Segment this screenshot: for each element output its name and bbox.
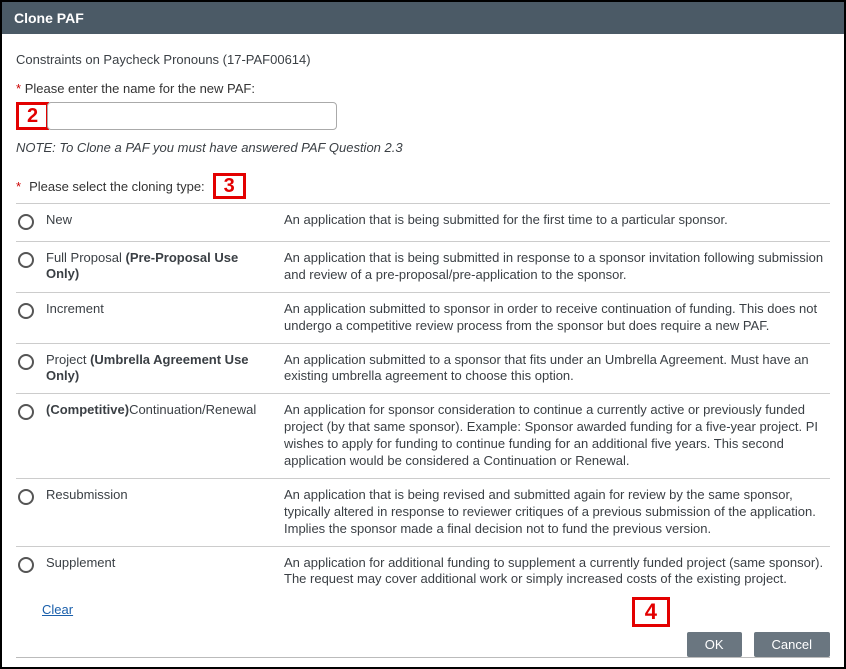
option-label-text: Resubmission (46, 487, 128, 502)
cloning-type-options: New An application that is being submitt… (16, 203, 830, 596)
option-label: Supplement (46, 555, 276, 571)
option-label: (Competitive)Continuation/Renewal (46, 402, 276, 418)
option-full-proposal: Full Proposal (Pre-Proposal Use Only) An… (16, 242, 830, 293)
option-label-text: Increment (46, 301, 104, 316)
dialog-titlebar: Clone PAF (2, 2, 844, 34)
annotation-4: 4 (632, 597, 670, 627)
option-label-bold: (Competitive) (46, 402, 129, 417)
option-label: Project (Umbrella Agreement Use Only) (46, 352, 276, 385)
required-asterisk: * (16, 81, 21, 96)
option-resubmission: Resubmission An application that is bein… (16, 479, 830, 547)
radio-supplement[interactable] (18, 557, 34, 573)
option-description: An application submitted to sponsor in o… (284, 301, 830, 335)
option-label: Resubmission (46, 487, 276, 503)
option-label: Increment (46, 301, 276, 317)
option-description: An application for additional funding to… (284, 555, 830, 589)
option-new: New An application that is being submitt… (16, 204, 830, 242)
radio-project-umbrella[interactable] (18, 354, 34, 370)
option-label-text: New (46, 212, 72, 227)
annotation-2: 2 (16, 102, 49, 130)
option-label-text: Full Proposal (46, 250, 125, 265)
document-title: Constraints on Paycheck Pronouns (17-PAF… (16, 52, 830, 67)
option-project-umbrella: Project (Umbrella Agreement Use Only) An… (16, 344, 830, 395)
option-supplement: Supplement An application for additional… (16, 547, 830, 597)
option-label-text: Project (46, 352, 90, 367)
option-label-text: Continuation/Renewal (129, 402, 256, 417)
clear-link[interactable]: Clear (42, 602, 73, 617)
required-asterisk: * (16, 179, 21, 194)
clone-note: NOTE: To Clone a PAF you must have answe… (16, 140, 830, 155)
option-increment: Increment An application submitted to sp… (16, 293, 830, 344)
ok-button[interactable]: OK (687, 632, 742, 657)
footer-divider (16, 657, 830, 658)
option-description: An application submitted to a sponsor th… (284, 352, 830, 386)
dialog-content: Constraints on Paycheck Pronouns (17-PAF… (2, 34, 844, 658)
cloning-type-label: Please select the cloning type: (29, 179, 205, 194)
radio-increment[interactable] (18, 303, 34, 319)
annotation-3: 3 (213, 173, 246, 199)
option-description: An application that is being submitted i… (284, 250, 830, 284)
option-continuation-renewal: (Competitive)Continuation/Renewal An app… (16, 394, 830, 479)
radio-new[interactable] (18, 214, 34, 230)
option-label: New (46, 212, 276, 228)
name-input-row: 2 (16, 102, 830, 130)
radio-continuation-renewal[interactable] (18, 404, 34, 420)
radio-full-proposal[interactable] (18, 252, 34, 268)
option-label: Full Proposal (Pre-Proposal Use Only) (46, 250, 276, 283)
name-label-text: Please enter the name for the new PAF: (25, 81, 255, 96)
dialog-button-row: OK Cancel (687, 632, 830, 657)
new-paf-name-input[interactable] (47, 102, 337, 130)
option-description: An application for sponsor consideration… (284, 402, 830, 470)
name-field-label: * Please enter the name for the new PAF: (16, 81, 830, 96)
cancel-button[interactable]: Cancel (754, 632, 830, 657)
option-label-text: Supplement (46, 555, 115, 570)
radio-resubmission[interactable] (18, 489, 34, 505)
option-description: An application that is being revised and… (284, 487, 830, 538)
option-description: An application that is being submitted f… (284, 212, 830, 229)
cloning-type-label-row: * Please select the cloning type: 3 (16, 173, 830, 199)
